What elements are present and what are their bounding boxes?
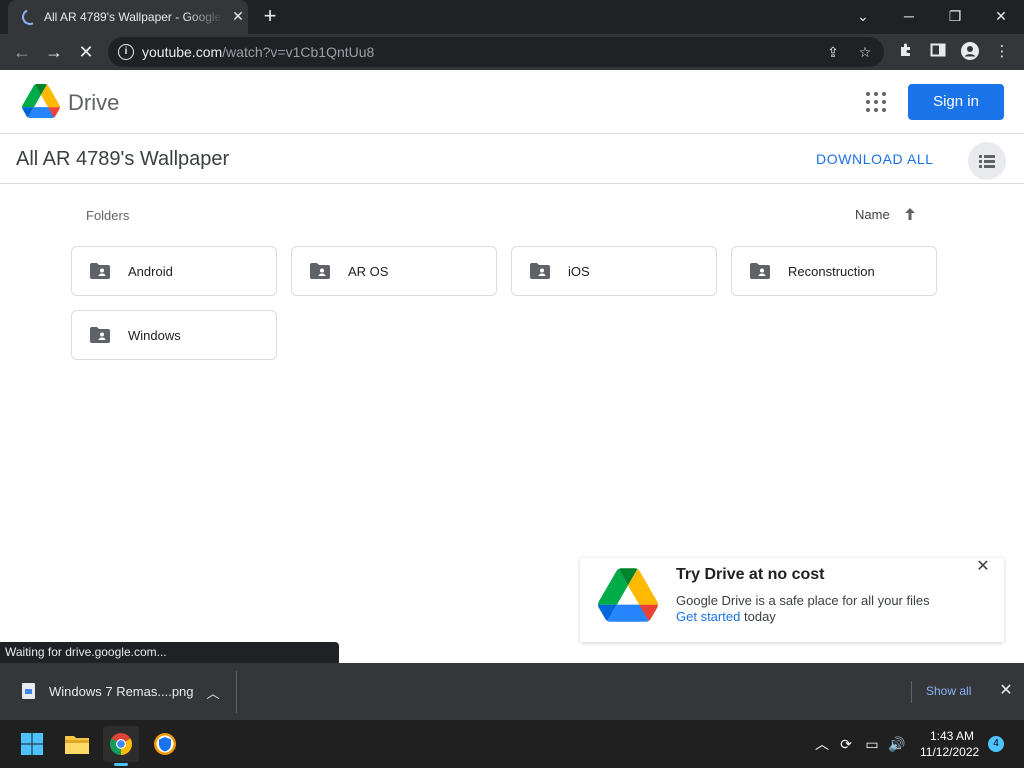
start-button[interactable]	[14, 726, 50, 762]
folders-section-label: Folders	[86, 208, 130, 223]
folder-name: iOS	[568, 264, 590, 279]
restore-button[interactable]: ❐	[932, 0, 978, 34]
sync-alert-icon[interactable]: ⟳	[836, 734, 856, 754]
google-drive-logo-icon	[598, 568, 658, 622]
download-shelf: Windows 7 Remas....png ︿ Show all ✕	[0, 663, 1024, 720]
address-bar[interactable]: i youtube.com/watch?v=v1Cb1QntUu8 ⇪ ☆	[108, 37, 884, 67]
promo-text-tail: today	[744, 609, 776, 624]
browser-tab[interactable]: All AR 4789's Wallpaper - Google Drive ✕	[8, 0, 248, 34]
shared-folder-icon	[310, 263, 330, 279]
profile-avatar-icon[interactable]	[960, 42, 980, 62]
google-drive-logo-icon[interactable]	[22, 84, 60, 118]
show-all-downloads-button[interactable]: Show all	[926, 684, 971, 698]
drive-wordmark: Drive	[68, 90, 120, 115]
folder-name: Android	[128, 264, 173, 279]
google-apps-grid-icon[interactable]	[864, 90, 888, 114]
new-tab-button[interactable]: +	[258, 5, 282, 29]
close-download-shelf-icon[interactable]: ✕	[996, 681, 1016, 701]
file-explorer-icon	[65, 736, 89, 754]
divider	[236, 671, 237, 713]
side-panel-icon[interactable]	[928, 42, 948, 62]
close-promo-icon[interactable]: ✕	[974, 558, 992, 576]
folder-name: Windows	[128, 328, 181, 343]
back-button[interactable]: ←	[10, 40, 34, 64]
close-window-button[interactable]: ✕	[978, 0, 1024, 34]
windows-logo-icon	[21, 733, 43, 755]
minimize-button[interactable]: ─	[886, 0, 932, 34]
sort-by-name-button[interactable]: Name	[855, 207, 890, 222]
folder-card[interactable]: Android	[71, 246, 277, 296]
bookmark-star-icon[interactable]: ☆	[856, 43, 874, 61]
file-explorer-button[interactable]	[59, 726, 95, 762]
folder-card[interactable]: Windows	[71, 310, 277, 360]
folder-card[interactable]: Reconstruction	[731, 246, 937, 296]
shared-folder-icon	[750, 263, 770, 279]
page-title: All AR 4789's Wallpaper	[16, 148, 230, 170]
drive-header: Drive Sign in	[0, 70, 1024, 134]
list-view-toggle-button[interactable]	[968, 142, 1006, 180]
try-drive-promo: Try Drive at no cost Google Drive is a s…	[580, 558, 1004, 642]
share-icon[interactable]: ⇪	[824, 43, 842, 61]
image-file-icon	[22, 683, 35, 699]
get-started-link[interactable]: Get started	[676, 609, 740, 624]
notification-count-badge[interactable]: 4	[988, 736, 1004, 752]
sign-in-button[interactable]: Sign in	[908, 84, 1004, 120]
shared-folder-icon	[90, 263, 110, 279]
windows-taskbar: ︿ ⟳ ▭ 🔊 1:43 AM 11/12/2022 4	[0, 720, 1024, 768]
divider	[911, 681, 912, 703]
download-options-chevron-icon[interactable]: ︿	[204, 683, 222, 701]
folder-card[interactable]: iOS	[511, 246, 717, 296]
drive-page: Drive Sign in All AR 4789's Wallpaper DO…	[0, 70, 1024, 663]
shield-app-icon	[154, 733, 176, 755]
promo-title: Try Drive at no cost	[676, 566, 825, 583]
list-view-icon	[979, 155, 995, 168]
status-bubble: Waiting for drive.google.com...	[0, 642, 339, 663]
show-hidden-icons-chevron[interactable]: ︿	[812, 734, 832, 754]
url-text[interactable]: youtube.com/watch?v=v1Cb1QntUu8	[142, 44, 374, 60]
forward-button[interactable]: →	[42, 40, 66, 64]
loading-spinner-icon	[19, 6, 41, 28]
security-app-button[interactable]	[147, 726, 183, 762]
tab-title-fade	[184, 0, 224, 34]
chrome-taskbar-button[interactable]	[103, 726, 139, 762]
browser-toolbar: ← → ✕ i youtube.com/watch?v=v1Cb1QntUu8 …	[0, 34, 1024, 70]
tab-close-icon[interactable]: ✕	[230, 8, 246, 24]
shared-folder-icon	[90, 327, 110, 343]
sort-arrow-up-icon[interactable]	[902, 206, 918, 222]
download-file-name[interactable]: Windows 7 Remas....png	[49, 684, 194, 699]
folder-card[interactable]: AR OS	[291, 246, 497, 296]
folder-title-bar: All AR 4789's Wallpaper DOWNLOAD ALL	[0, 134, 1024, 184]
url-path: /watch?v=v1Cb1QntUu8	[222, 44, 375, 60]
url-host: youtube.com	[142, 44, 223, 60]
chrome-icon	[110, 733, 132, 755]
network-icon[interactable]: ▭	[862, 734, 882, 754]
chrome-menu-icon[interactable]: ⋮	[992, 42, 1012, 62]
extensions-puzzle-icon[interactable]	[896, 42, 916, 62]
volume-icon[interactable]: 🔊	[887, 734, 907, 754]
clock-date[interactable]: 11/12/2022	[920, 745, 979, 759]
tab-search-icon[interactable]: ⌄	[840, 0, 886, 34]
tab-strip: All AR 4789's Wallpaper - Google Drive ✕…	[0, 0, 1024, 34]
stop-loading-button[interactable]: ✕	[74, 40, 98, 64]
active-app-indicator	[114, 763, 128, 766]
download-all-button[interactable]: DOWNLOAD ALL	[816, 151, 934, 167]
clock-time[interactable]: 1:43 AM	[930, 729, 974, 743]
promo-text: Google Drive is a safe place for all you…	[676, 593, 930, 608]
shared-folder-icon	[530, 263, 550, 279]
site-info-icon[interactable]: i	[118, 44, 134, 60]
folder-name: AR OS	[348, 264, 389, 279]
folder-name: Reconstruction	[788, 264, 875, 279]
